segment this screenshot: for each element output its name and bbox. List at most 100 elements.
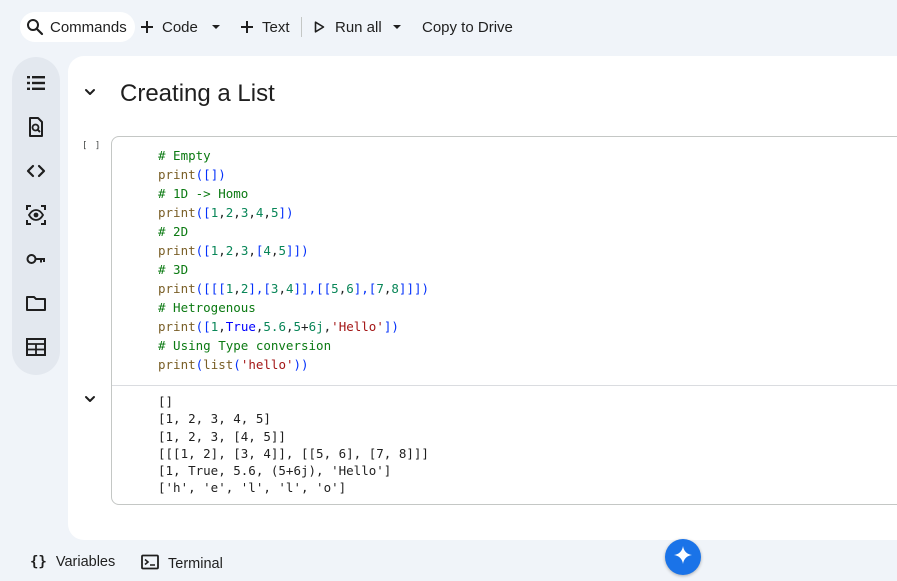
code-label: Code [162,18,198,36]
toolbar-divider [301,17,302,37]
section-heading: Creating a List [120,80,275,107]
code-token: list [203,357,234,372]
add-code-button[interactable]: Code [140,12,198,42]
code-token: ],[ [248,281,271,296]
code-token: )) [293,357,309,372]
collapse-output-button[interactable] [80,391,100,411]
plus-icon [140,20,154,34]
plus-icon [240,20,254,34]
terminal-button[interactable]: Terminal [141,554,223,574]
code-token: ],[ [353,281,377,296]
output-line: [1, 2, 3, 4, 5] [158,411,271,427]
table-of-contents-icon[interactable] [24,71,48,95]
code-token: 5 [293,319,302,334]
code-token: # Empty [158,148,211,163]
code-snippets-icon[interactable] [24,159,48,183]
code-token: 'Hello' [331,319,384,334]
code-token: 5 [331,281,339,296]
curly-braces-icon: {} [30,554,47,570]
code-token: , [233,243,241,258]
text-label: Text [262,18,290,36]
code-editor[interactable]: # Empty print([]) # 1D -> Homo print([1,2,3… [158,146,429,374]
terminal-label: Terminal [168,556,223,572]
code-line: # Using Type conversion [158,336,429,355]
code-line: print(list('hello')) [158,355,429,374]
copy-to-drive-button[interactable]: Copy to Drive [422,12,513,42]
code-line: print([[[1,2],[3,4]],[[5,6],[7,8]]]) [158,279,429,298]
code-token: 'hello' [240,357,294,372]
code-token: print [158,319,196,334]
data-table-icon[interactable] [24,335,48,359]
code-token: # 3D [158,262,189,277]
output-line: [[[1, 2], [3, 4]], [[5, 6], [7, 8]]] [158,445,429,461]
code-token: ([ [195,205,211,220]
cell-execution-indicator[interactable]: [ ] [82,141,101,151]
code-token: , [218,205,226,220]
code-line: # 1D -> Homo [158,184,429,203]
code-token: , [233,281,241,296]
code-token: ]]]) [398,281,430,296]
code-line: # 3D [158,260,429,279]
variables-label: Variables [55,554,116,570]
run-all-button[interactable]: Run all [314,12,382,42]
code-line: print([1,2,3,4,5]) [158,203,429,222]
code-token: , [248,243,256,258]
code-token: 8 [391,281,399,296]
code-token: 4 [263,243,271,258]
chevron-down-icon [83,392,97,411]
code-token: # Hetrogenous [158,300,256,315]
code-token: ]) [383,319,399,334]
output-line: [] [158,394,174,409]
terminal-icon [141,554,159,574]
output-line: ['h', 'e', 'l', 'l', 'o'] [158,480,347,496]
code-token: ( [233,357,241,372]
search-icon [26,18,44,36]
code-token: True [225,319,256,334]
variables-button[interactable]: {} Variables [30,554,115,570]
files-folder-icon[interactable] [24,291,48,315]
side-rail [12,57,60,375]
code-token: 6j [308,319,324,334]
gemini-button[interactable] [665,539,701,575]
code-token: , [278,281,286,296]
code-line: # Empty [158,146,429,165]
code-token: , [218,243,226,258]
commands-label: Commands [50,18,127,36]
toolbar: Commands Code Text Run all Copy to Drive [0,0,897,54]
code-line: print([1,True,5.6,5+6j,'Hello']) [158,317,429,336]
code-line: print([1,2,3,[4,5]]) [158,241,429,260]
output-line: [1, True, 5.6, (5+6j), 'Hello'] [158,463,392,479]
code-token: print [158,167,196,182]
code-token: 5 [278,243,287,258]
code-token: 5.6 [263,319,286,334]
code-line: # Hetrogenous [158,298,429,317]
sparkle-icon [673,545,693,570]
secrets-key-icon[interactable] [24,247,48,271]
caret-down-icon [210,21,222,33]
commands-button[interactable]: Commands [20,12,135,42]
code-token: 4 [285,281,294,296]
code-token: ([ [195,319,211,334]
code-token: ]) [278,205,294,220]
variables-inspector-icon[interactable] [24,203,48,227]
output-line: [1, 2, 3, [4, 5]] [158,428,286,444]
find-replace-icon[interactable] [24,115,48,139]
code-line: # 2D [158,222,429,241]
code-token: ]]) [286,243,309,258]
code-dropdown-button[interactable] [210,12,222,42]
code-token: # Using Type conversion [158,338,332,353]
cell-output: [] [1, 2, 3, 4, 5] [1, 2, 3, [4, 5]] [[[1, … [158,393,429,497]
collapse-section-button[interactable] [80,84,100,104]
play-icon [314,21,325,33]
code-token: , [218,319,226,334]
run-all-dropdown-button[interactable] [391,12,403,42]
code-token: , [285,319,294,334]
code-token: print [158,243,196,258]
code-token: ([[[ [195,281,226,296]
add-text-button[interactable]: Text [240,12,290,42]
code-token: print [158,205,196,220]
bottom-bar: {} Variables Terminal [0,548,897,581]
cell-output-divider [112,385,897,386]
code-token: , [233,205,241,220]
code-token: , [248,205,256,220]
